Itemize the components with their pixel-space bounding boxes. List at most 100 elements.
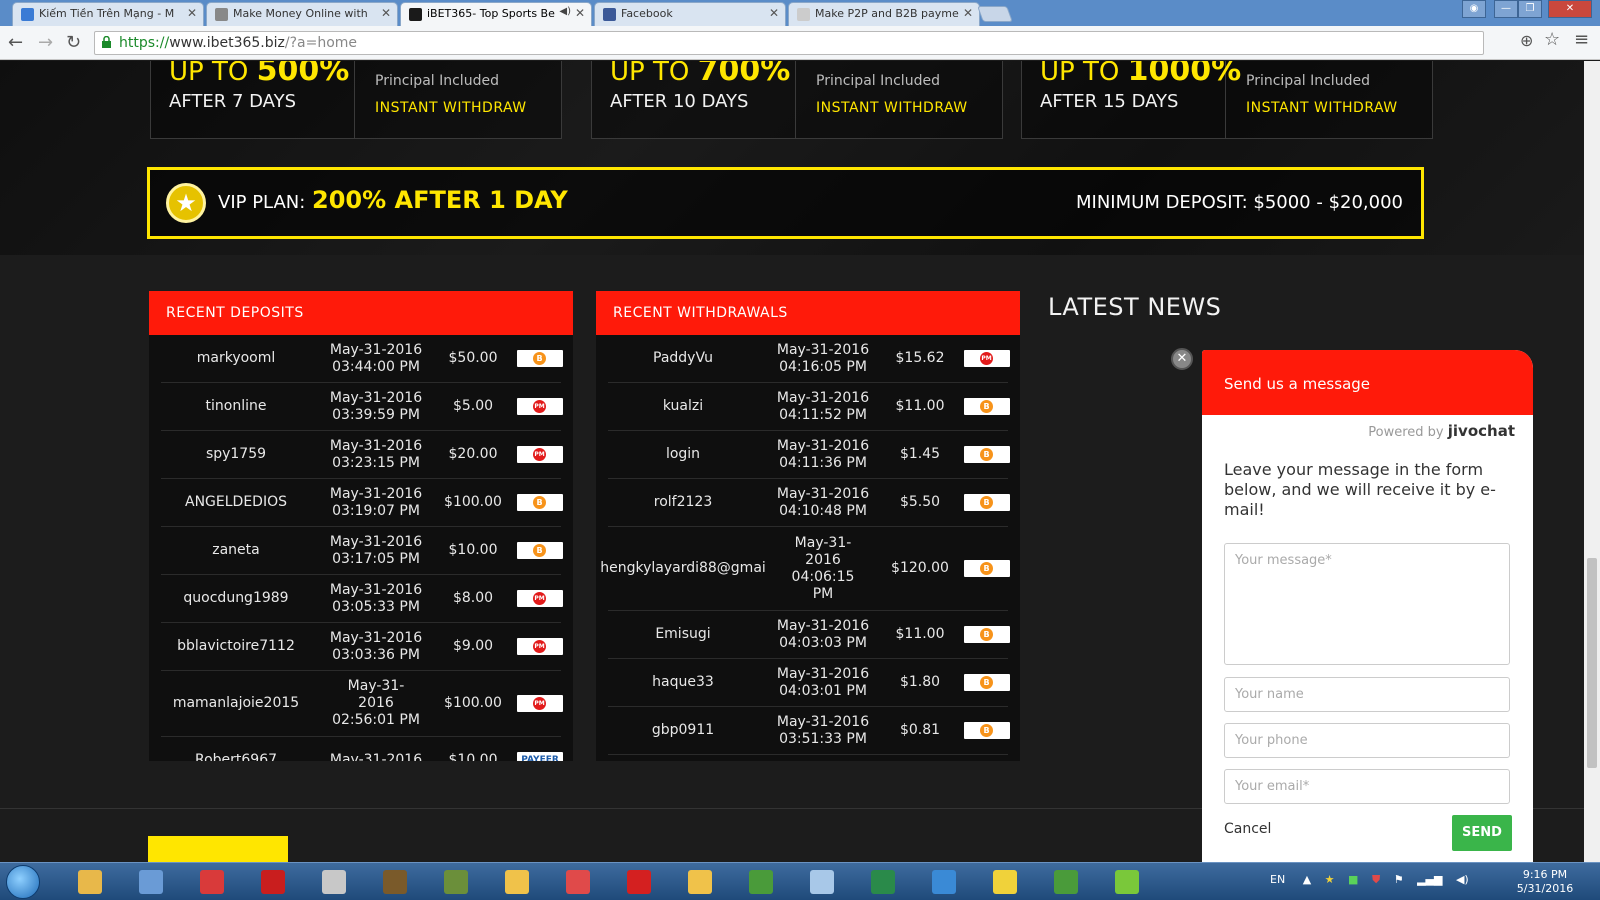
amount: $100.00	[444, 695, 502, 711]
taskbar-flash-app-button[interactable]	[249, 867, 297, 897]
timestamp-line: 04:10:48 PM	[779, 502, 867, 519]
plan-withdraw: INSTANT WITHDRAW	[816, 100, 968, 116]
bitcoin-symbol: B	[533, 496, 546, 509]
tray-star-icon[interactable]: ★	[1325, 873, 1335, 886]
taskbar-refresh-app-button[interactable]	[920, 867, 968, 897]
tab-favicon-icon	[21, 8, 34, 21]
url-input[interactable]: https://www.ibet365.biz/?a=home	[94, 31, 1484, 55]
clock-date: 5/31/2016	[1516, 882, 1574, 895]
window-close-icon[interactable]: ✕	[1548, 0, 1592, 18]
bookmark-star-icon[interactable]: ☆	[1544, 29, 1560, 50]
username: markyooml	[196, 350, 276, 366]
menu-icon[interactable]: ≡	[1574, 29, 1589, 50]
tray-flag-icon[interactable]: ⚑	[1394, 873, 1404, 886]
lock-icon	[102, 36, 111, 48]
timestamp-text: May-31-2016 03:03:36 PM	[330, 630, 422, 664]
taskbar-app-64-button[interactable]	[615, 867, 663, 897]
folder-2-icon	[688, 870, 712, 894]
timestamp-line: 04:06:15	[791, 568, 855, 585]
cancel-button[interactable]: Cancel	[1224, 821, 1271, 837]
taskbar-game-app-button[interactable]	[371, 867, 419, 897]
close-icon[interactable]: ✕	[187, 6, 197, 20]
amount: $8.00	[452, 590, 494, 606]
timestamp-text: May-31-2016 04:11:52 PM	[777, 390, 869, 424]
username: bblavictoire7112	[177, 638, 295, 654]
taskbar-monitor-app-button[interactable]	[310, 867, 358, 897]
taskbar-chrome-2-button[interactable]	[1042, 867, 1090, 897]
timestamp-line: 03:39:59 PM	[332, 406, 420, 423]
perfect-money-icon: PM	[517, 638, 563, 655]
send-button[interactable]: SEND	[1452, 815, 1512, 851]
timestamp-text: May-31-2016 03:44:00 PM	[330, 342, 422, 376]
tab-title: Make Money Online with	[233, 7, 368, 20]
start-button[interactable]	[6, 865, 40, 899]
close-icon[interactable]: ✕	[381, 6, 391, 20]
user-icon[interactable]: ◉	[1462, 0, 1486, 18]
browser-tab[interactable]: Facebook ✕	[594, 2, 786, 26]
speaker-icon[interactable]: ◀)	[559, 6, 571, 17]
tray-app-icon[interactable]: ■	[1348, 873, 1358, 886]
network-icon[interactable]: ▂▄▆	[1417, 873, 1442, 886]
back-icon[interactable]: ←	[8, 32, 23, 53]
timestamp: May-31-2016 04:03:01 PM	[758, 659, 888, 706]
taskbar-remote-desktop-button[interactable]	[127, 867, 175, 897]
volume-icon[interactable]: ◀)	[1456, 873, 1469, 886]
maximize-icon[interactable]: ❐	[1518, 0, 1542, 18]
payment-method: B	[964, 707, 1010, 754]
system-tray: EN ▲ ★ ■ ⛊ ⚑ ▂▄▆ ◀)	[1270, 873, 1469, 887]
chat-header[interactable]: Send us a message	[1202, 350, 1533, 415]
timestamp-line: PM	[812, 585, 834, 602]
timestamp: May-31-2016 03:19:07 PM	[311, 479, 441, 526]
browser-tab[interactable]: Make P2P and B2B payme ✕	[788, 2, 980, 26]
taskbar-folder-button[interactable]	[493, 867, 541, 897]
yellow-button[interactable]	[148, 836, 288, 862]
close-icon[interactable]: ✕	[769, 6, 779, 20]
flash-app-icon	[261, 870, 285, 894]
language-indicator[interactable]: EN	[1270, 873, 1285, 886]
browser-tab[interactable]: Make Money Online with ✕	[206, 2, 398, 26]
taskbar-chrome-button[interactable]	[737, 867, 785, 897]
bitcoin-symbol: B	[980, 724, 993, 737]
payment-method: B	[517, 479, 563, 526]
phone-input[interactable]: Your phone	[1224, 723, 1510, 758]
timestamp: May-31-2016 03:03:36 PM	[311, 623, 441, 670]
taskbar-grid-app-button[interactable]	[554, 867, 602, 897]
browser-tab-active[interactable]: iBET365- Top Sports Be ◀) ✕	[400, 2, 592, 26]
scrollbar-thumb[interactable]	[1587, 558, 1597, 768]
taskbar-clock[interactable]: 9:16 PM 5/31/2016	[1500, 868, 1590, 896]
close-icon[interactable]: ✕	[575, 6, 585, 20]
timestamp-line: May-31-2016	[329, 629, 423, 646]
amount: $120.00	[891, 560, 949, 576]
taskbar-explorer-button[interactable]	[66, 867, 114, 897]
game-app-icon	[383, 870, 407, 894]
facebook-icon	[603, 8, 616, 21]
zoom-icon[interactable]: ⊕	[1520, 31, 1533, 50]
email-input[interactable]: Your email*	[1224, 769, 1510, 804]
browser-tab[interactable]: Kiếm Tiền Trên Mạng - M ✕	[12, 2, 204, 26]
tray-shield-icon[interactable]: ⛊	[1372, 873, 1380, 886]
timestamp-line: 04:03:01 PM	[779, 682, 867, 699]
name-input[interactable]: Your name	[1224, 677, 1510, 712]
tray-arrow-icon[interactable]: ▲	[1303, 873, 1311, 886]
new-tab-button[interactable]	[977, 6, 1013, 22]
clock-time: 9:16 PM	[1522, 868, 1568, 881]
bitcoin-icon: B	[964, 722, 1010, 739]
taskbar-stack-app-button[interactable]	[1103, 867, 1151, 897]
taskbar-molecule-app-button[interactable]	[188, 867, 236, 897]
taskbar-notes-app-button[interactable]	[798, 867, 846, 897]
taskbar-star-app-button[interactable]	[981, 867, 1029, 897]
timestamp: May-31-2016 03:51:33 PM	[758, 707, 888, 754]
tab-title: Facebook	[621, 7, 673, 20]
reload-icon[interactable]: ↻	[66, 32, 81, 53]
forward-icon[interactable]: →	[38, 32, 53, 53]
taskbar-gta-app-button[interactable]	[432, 867, 480, 897]
minimize-icon[interactable]: —	[1494, 0, 1518, 18]
page-scrollbar[interactable]	[1584, 61, 1600, 862]
message-textarea[interactable]: Your message*	[1224, 543, 1510, 665]
chat-intro-text: Leave your message in the form below, an…	[1224, 460, 1496, 519]
pm-symbol: PM	[533, 592, 546, 605]
taskbar-terminal-app-button[interactable]	[859, 867, 907, 897]
taskbar-folder-2-button[interactable]	[676, 867, 724, 897]
chat-close-icon[interactable]: ✕	[1171, 348, 1193, 370]
close-icon[interactable]: ✕	[963, 6, 973, 20]
